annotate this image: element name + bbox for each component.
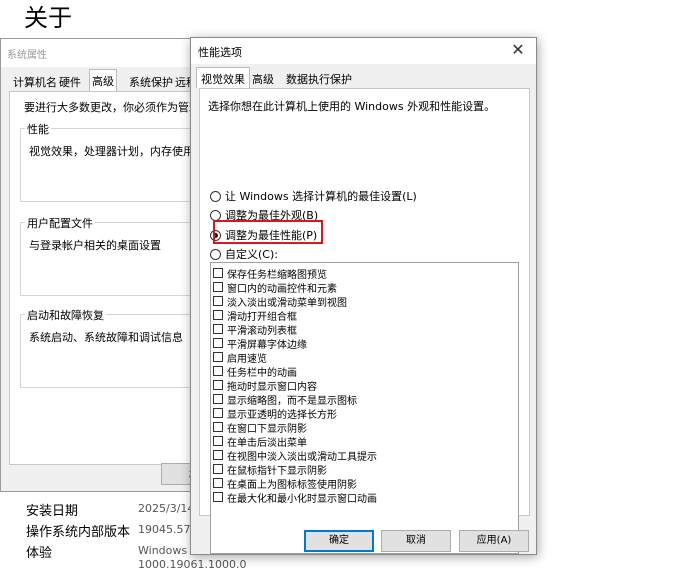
page-title: 关于 bbox=[24, 4, 72, 32]
list-item[interactable]: 保存任务栏缩略图预览 bbox=[213, 266, 327, 281]
checkbox[interactable] bbox=[213, 436, 223, 446]
ok-button[interactable]: 确定 bbox=[304, 530, 374, 552]
checkbox[interactable] bbox=[213, 296, 223, 306]
system-properties-window: 系统属性 计算机名 硬件 高级 系统保护 远程 要进行大多数更改，你必须作为管理… bbox=[0, 38, 196, 492]
visual-effects-description: 选择你想在此计算机上使用的 Windows 外观和性能设置。 bbox=[208, 100, 496, 113]
radio-let-windows-choose[interactable]: 让 Windows 选择计算机的最佳设置(L) bbox=[210, 187, 417, 205]
list-item[interactable]: 在单击后淡出菜单 bbox=[213, 434, 307, 449]
os-build-label: 操作系统内部版本 bbox=[26, 525, 131, 540]
list-item[interactable]: 显示亚透明的选择长方形 bbox=[213, 406, 337, 421]
tab-hardware[interactable]: 硬件 bbox=[57, 71, 83, 91]
radio-custom[interactable]: 自定义(C): bbox=[210, 245, 278, 263]
tab-advanced-perf[interactable]: 高级 bbox=[248, 68, 278, 88]
list-item[interactable]: 平滑滚动列表框 bbox=[213, 322, 297, 337]
option-label: 滑动打开组合框 bbox=[227, 311, 297, 323]
visual-effects-panel: 选择你想在此计算机上使用的 Windows 外观和性能设置。 让 Windows… bbox=[199, 88, 530, 554]
checkbox[interactable] bbox=[213, 492, 223, 502]
startup-recovery-group-title: 启动和故障恢复 bbox=[25, 307, 106, 323]
checkbox[interactable] bbox=[213, 268, 223, 278]
performance-options-dialog: 性能选项 ✕ 视觉效果 高级 数据执行保护 选择你想在此计算机上使用的 Wind… bbox=[190, 37, 537, 555]
user-profiles-group-title: 用户配置文件 bbox=[25, 215, 95, 231]
option-label: 显示缩略图，而不是显示图标 bbox=[227, 395, 357, 407]
install-date-value: 2025/3/14 bbox=[138, 502, 195, 515]
list-item[interactable]: 淡入淡出或滑动菜单到视图 bbox=[213, 294, 347, 309]
option-label: 在窗口下显示阴影 bbox=[227, 423, 307, 435]
checkbox[interactable] bbox=[213, 394, 223, 404]
list-item[interactable]: 启用速览 bbox=[213, 350, 267, 365]
tab-dep[interactable]: 数据执行保护 bbox=[282, 68, 356, 88]
advanced-tab-panel: 要进行大多数更改，你必须作为管理员 性能 视觉效果，处理器计划，内存使用，以 用… bbox=[9, 91, 196, 465]
list-item[interactable]: 在鼠标指针下显示阴影 bbox=[213, 462, 327, 477]
checkbox[interactable] bbox=[213, 408, 223, 418]
radio-indicator[interactable] bbox=[210, 209, 221, 221]
startup-recovery-group: 启动和故障恢复 系统启动、系统故障和调试信息 bbox=[20, 307, 195, 388]
radio-indicator[interactable] bbox=[210, 190, 221, 202]
list-item[interactable]: 在最大化和最小化时显示窗口动画 bbox=[213, 490, 377, 505]
option-label: 拖动时显示窗口内容 bbox=[227, 381, 317, 393]
checkbox[interactable] bbox=[213, 464, 223, 474]
dialog-title: 性能选项 bbox=[198, 46, 242, 59]
list-item[interactable]: 在窗口下显示阴影 bbox=[213, 420, 307, 435]
tab-system-protection[interactable]: 系统保护 bbox=[127, 71, 175, 91]
option-label: 在桌面上为图标标签使用阴影 bbox=[227, 479, 357, 491]
option-label: 窗口内的动画控件和元素 bbox=[227, 283, 337, 295]
cancel-button[interactable]: 取消 bbox=[381, 530, 451, 552]
option-label: 保存任务栏缩略图预览 bbox=[227, 269, 327, 281]
admin-notice: 要进行大多数更改，你必须作为管理员 bbox=[24, 101, 196, 114]
list-item[interactable]: 显示缩略图，而不是显示图标 bbox=[213, 392, 357, 407]
radio-indicator[interactable] bbox=[210, 248, 221, 260]
tab-advanced[interactable]: 高级 bbox=[89, 69, 117, 91]
visual-effects-options-list: 保存任务栏缩略图预览 窗口内的动画控件和元素 淡入淡出或滑动菜单到视图 滑动打开… bbox=[210, 262, 519, 554]
checkbox[interactable] bbox=[213, 282, 223, 292]
checkbox[interactable] bbox=[213, 366, 223, 376]
dialog-titlebar: 性能选项 ✕ bbox=[191, 38, 536, 64]
checkbox[interactable] bbox=[213, 450, 223, 460]
startup-recovery-group-desc: 系统启动、系统故障和调试信息 bbox=[29, 331, 183, 344]
user-profiles-group: 用户配置文件 与登录帐户相关的桌面设置 bbox=[20, 215, 195, 296]
list-item[interactable]: 在桌面上为图标标签使用阴影 bbox=[213, 476, 357, 491]
experience-pack-version: 1000.19061.1000.0 bbox=[138, 558, 247, 571]
experience-value: Windows F bbox=[138, 544, 197, 557]
option-label: 在鼠标指针下显示阴影 bbox=[227, 465, 327, 477]
option-label: 平滑屏幕字体边缘 bbox=[227, 339, 307, 351]
checkbox[interactable] bbox=[213, 310, 223, 320]
performance-group: 性能 视觉效果，处理器计划，内存使用，以 bbox=[20, 121, 195, 202]
checkbox[interactable] bbox=[213, 380, 223, 390]
performance-group-desc: 视觉效果，处理器计划，内存使用，以 bbox=[29, 145, 195, 158]
checkbox[interactable] bbox=[213, 324, 223, 334]
list-item[interactable]: 任务栏中的动画 bbox=[213, 364, 297, 379]
checkbox[interactable] bbox=[213, 352, 223, 362]
radio-label: 自定义(C): bbox=[225, 248, 278, 261]
experience-label: 体验 bbox=[26, 546, 53, 561]
list-item[interactable]: 拖动时显示窗口内容 bbox=[213, 378, 317, 393]
user-profiles-group-desc: 与登录帐户相关的桌面设置 bbox=[29, 239, 161, 252]
option-label: 淡入淡出或滑动菜单到视图 bbox=[227, 297, 347, 309]
radio-label: 让 Windows 选择计算机的最佳设置(L) bbox=[225, 190, 417, 203]
list-item[interactable]: 在视图中淡入淡出或滑动工具提示 bbox=[213, 448, 377, 463]
option-label: 平滑滚动列表框 bbox=[227, 325, 297, 337]
option-label: 在单击后淡出菜单 bbox=[227, 437, 307, 449]
close-icon[interactable]: ✕ bbox=[508, 40, 528, 60]
tab-computer-name[interactable]: 计算机名 bbox=[11, 71, 59, 91]
apply-button[interactable]: 应用(A) bbox=[459, 530, 529, 552]
checkbox[interactable] bbox=[213, 338, 223, 348]
install-date-label: 安装日期 bbox=[26, 504, 79, 519]
checkbox[interactable] bbox=[213, 422, 223, 432]
checkbox[interactable] bbox=[213, 478, 223, 488]
option-label: 在视图中淡入淡出或滑动工具提示 bbox=[227, 451, 377, 463]
list-item[interactable]: 窗口内的动画控件和元素 bbox=[213, 280, 337, 295]
list-item[interactable]: 滑动打开组合框 bbox=[213, 308, 297, 323]
list-item[interactable]: 平滑屏幕字体边缘 bbox=[213, 336, 307, 351]
system-properties-title: 系统属性 bbox=[1, 39, 195, 67]
option-label: 任务栏中的动画 bbox=[227, 367, 297, 379]
option-label: 启用速览 bbox=[227, 353, 267, 365]
tab-visual-effects[interactable]: 视觉效果 bbox=[196, 67, 250, 88]
option-label: 在最大化和最小化时显示窗口动画 bbox=[227, 493, 377, 505]
annotation-highlight-box bbox=[213, 220, 323, 244]
performance-group-title: 性能 bbox=[25, 121, 51, 137]
option-label: 显示亚透明的选择长方形 bbox=[227, 409, 337, 421]
